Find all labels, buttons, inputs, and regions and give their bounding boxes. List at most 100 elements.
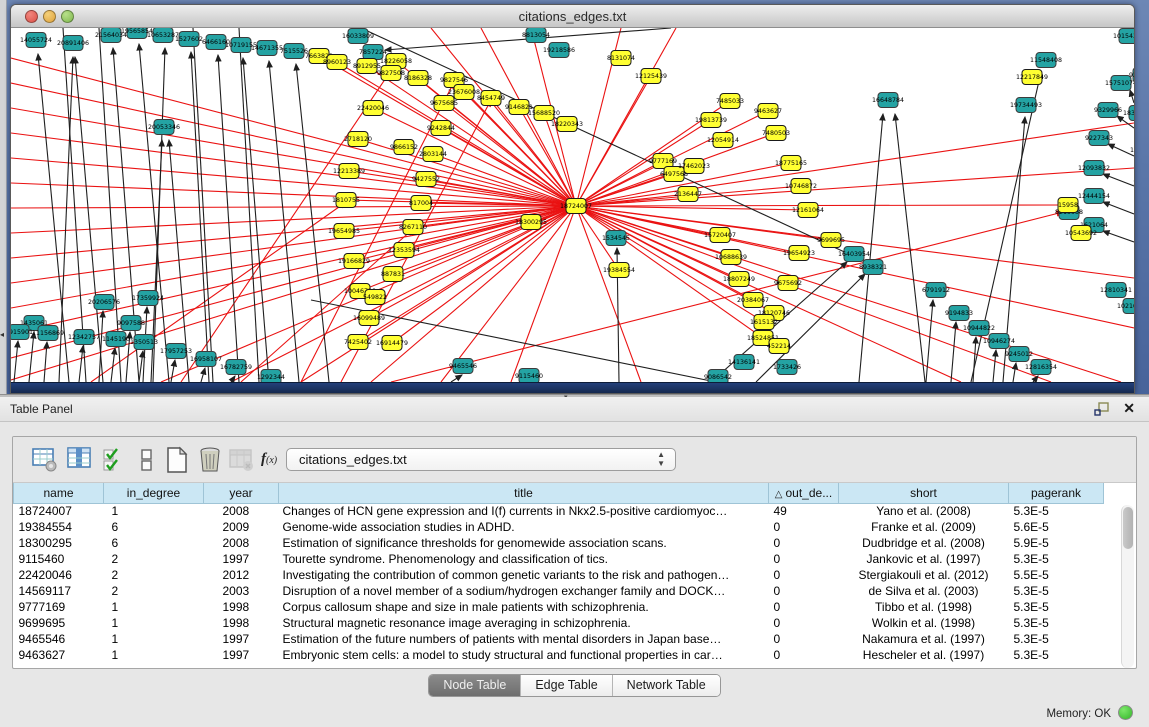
table-cell[interactable]: 0 bbox=[769, 631, 839, 647]
network-node[interactable]: 1733426 bbox=[773, 360, 801, 375]
network-node[interactable]: 16958107 bbox=[190, 352, 222, 367]
table-cell[interactable]: 2 bbox=[104, 551, 204, 567]
table-cell[interactable]: 1997 bbox=[204, 631, 279, 647]
network-node[interactable]: 1615132 bbox=[750, 315, 778, 330]
table-cell[interactable]: Jankovic et al. (1997) bbox=[839, 551, 1009, 567]
network-node[interactable]: 10688639 bbox=[715, 250, 747, 265]
table-cell[interactable]: 9115460 bbox=[14, 551, 104, 567]
table-cell[interactable]: 5.3E-5 bbox=[1009, 551, 1104, 567]
table-row[interactable]: 1872400712008Changes of HCN gene express… bbox=[14, 503, 1104, 519]
table-cell[interactable]: 0 bbox=[769, 615, 839, 631]
table-cell[interactable]: 0 bbox=[769, 583, 839, 599]
table-row[interactable]: 1938455462009Genome-wide association stu… bbox=[14, 519, 1104, 535]
table-cell[interactable]: Disruption of a novel member of a sodium… bbox=[279, 583, 769, 599]
table-cell[interactable]: 0 bbox=[769, 599, 839, 615]
window-titlebar[interactable]: citations_edges.txt bbox=[11, 5, 1134, 28]
table-cell[interactable]: 1998 bbox=[204, 599, 279, 615]
table-cell[interactable]: Tourette syndrome. Phenomenology and cla… bbox=[279, 551, 769, 567]
table-cell[interactable]: Changes of HCN gene expression and I(f) … bbox=[279, 503, 769, 519]
float-window-icon[interactable] bbox=[1094, 402, 1109, 416]
table-cell[interactable]: 1 bbox=[104, 599, 204, 615]
network-node[interactable]: 2718120 bbox=[344, 132, 372, 147]
network-node[interactable]: 12816354 bbox=[1025, 360, 1057, 375]
table-cell[interactable]: 9463627 bbox=[14, 647, 104, 663]
table-cell[interactable]: 2012 bbox=[204, 567, 279, 583]
network-node[interactable]: 16782759 bbox=[220, 360, 252, 375]
network-node[interactable]: 6791912 bbox=[922, 283, 950, 298]
table-cell[interactable]: 5.3E-5 bbox=[1009, 615, 1104, 631]
column-header-in_degree[interactable]: in_degree bbox=[104, 483, 204, 503]
table-cell[interactable]: 2 bbox=[104, 583, 204, 599]
network-node[interactable]: 1350513 bbox=[130, 335, 158, 350]
table-cell[interactable]: 5.3E-5 bbox=[1009, 503, 1104, 519]
network-node[interactable]: 452214 bbox=[767, 339, 791, 354]
table-cell[interactable]: 6 bbox=[104, 519, 204, 535]
network-node[interactable]: 9097588 bbox=[117, 316, 145, 331]
network-node[interactable]: 9245012 bbox=[1005, 347, 1033, 362]
table-cell[interactable]: Wolkin et al. (1998) bbox=[839, 615, 1009, 631]
network-node[interactable]: 549822 bbox=[363, 290, 387, 305]
table-cell[interactable]: 5.3E-5 bbox=[1009, 647, 1104, 663]
network-node[interactable]: 12217849 bbox=[1016, 70, 1048, 85]
table-cell[interactable]: 0 bbox=[769, 535, 839, 551]
tab-edge-table[interactable]: Edge Table bbox=[521, 675, 612, 696]
network-node[interactable]: 1810755 bbox=[332, 193, 360, 208]
table-cell[interactable]: 2 bbox=[104, 567, 204, 583]
network-node[interactable]: 12093832 bbox=[1078, 161, 1110, 176]
tab-network-table[interactable]: Network Table bbox=[613, 675, 720, 696]
table-cell[interactable]: 0 bbox=[769, 519, 839, 535]
table-cell[interactable]: 1 bbox=[104, 631, 204, 647]
network-node[interactable]: 19218586 bbox=[543, 43, 575, 58]
table-cell[interactable]: Franke et al. (2009) bbox=[839, 519, 1009, 535]
network-table-select[interactable]: citations_edges.txt ▲▼ bbox=[286, 448, 676, 471]
table-cell[interactable]: 2008 bbox=[204, 535, 279, 551]
table-cell[interactable]: 19384554 bbox=[14, 519, 104, 535]
table-cell[interactable]: Estimation of the future numbers of pati… bbox=[279, 631, 769, 647]
network-node[interactable]: 9086542 bbox=[704, 370, 732, 383]
network-node[interactable]: 12810341 bbox=[1100, 283, 1132, 298]
network-node[interactable]: 18346281 bbox=[1123, 106, 1134, 121]
network-node[interactable]: 8960123 bbox=[323, 55, 351, 70]
network-node[interactable]: 9427552 bbox=[412, 172, 440, 187]
close-icon[interactable]: ✕ bbox=[1123, 400, 1135, 417]
network-node[interactable]: 20891406 bbox=[57, 36, 89, 51]
table-cell[interactable]: 1997 bbox=[204, 551, 279, 567]
network-canvas[interactable]: 1405572420891406215640341956585410653287… bbox=[11, 28, 1134, 382]
delete-column-icon[interactable] bbox=[196, 446, 224, 474]
network-node[interactable]: 1292344 bbox=[257, 370, 285, 383]
network-node[interactable]: 17359924 bbox=[132, 291, 164, 306]
network-node[interactable]: 817004 bbox=[409, 196, 433, 211]
table-cell[interactable]: 5.3E-5 bbox=[1009, 583, 1104, 599]
table-cell[interactable]: 18300295 bbox=[14, 535, 104, 551]
network-node[interactable]: 10154308 bbox=[1113, 29, 1134, 44]
network-node[interactable]: 9227343 bbox=[1085, 131, 1113, 146]
table-cell[interactable]: 18724007 bbox=[14, 503, 104, 519]
network-node[interactable]: 8454749 bbox=[477, 91, 505, 106]
network-node[interactable]: 16914479 bbox=[376, 336, 408, 351]
network-node[interactable]: 9242844 bbox=[427, 121, 455, 136]
network-node[interactable]: 12342757 bbox=[68, 330, 100, 345]
column-header-name[interactable]: name bbox=[14, 483, 104, 503]
table-cell[interactable]: 0 bbox=[769, 567, 839, 583]
table-cell[interactable]: de Silva et al. (2003) bbox=[839, 583, 1009, 599]
table-cell[interactable]: Genome-wide association studies in ADHD. bbox=[279, 519, 769, 535]
scrollbar-thumb[interactable] bbox=[1123, 507, 1133, 549]
network-node[interactable]: 2803144 bbox=[419, 147, 447, 162]
network-node[interactable]: 12213389 bbox=[333, 164, 365, 179]
network-node[interactable]: 20384067 bbox=[737, 293, 769, 308]
network-node[interactable]: 9194833 bbox=[945, 306, 973, 321]
network-node[interactable]: 12125439 bbox=[635, 69, 667, 84]
table-cell[interactable]: 9699695 bbox=[14, 615, 104, 631]
column-header-year[interactable]: year bbox=[204, 483, 279, 503]
table-row[interactable]: 1830029562008Estimation of significance … bbox=[14, 535, 1104, 551]
table-cell[interactable]: 5.5E-5 bbox=[1009, 567, 1104, 583]
network-node[interactable]: 9866152 bbox=[390, 140, 418, 155]
network-node[interactable]: 1534545 bbox=[602, 231, 630, 246]
table-cell[interactable]: 0 bbox=[769, 551, 839, 567]
table-cell[interactable]: 9777169 bbox=[14, 599, 104, 615]
network-node[interactable]: 14136141 bbox=[728, 355, 760, 370]
memory-ok-icon[interactable] bbox=[1118, 705, 1133, 720]
network-node[interactable]: 7485033 bbox=[716, 94, 744, 109]
table-cell[interactable]: 6 bbox=[104, 535, 204, 551]
function-builder-icon[interactable]: f(x) bbox=[261, 451, 289, 479]
